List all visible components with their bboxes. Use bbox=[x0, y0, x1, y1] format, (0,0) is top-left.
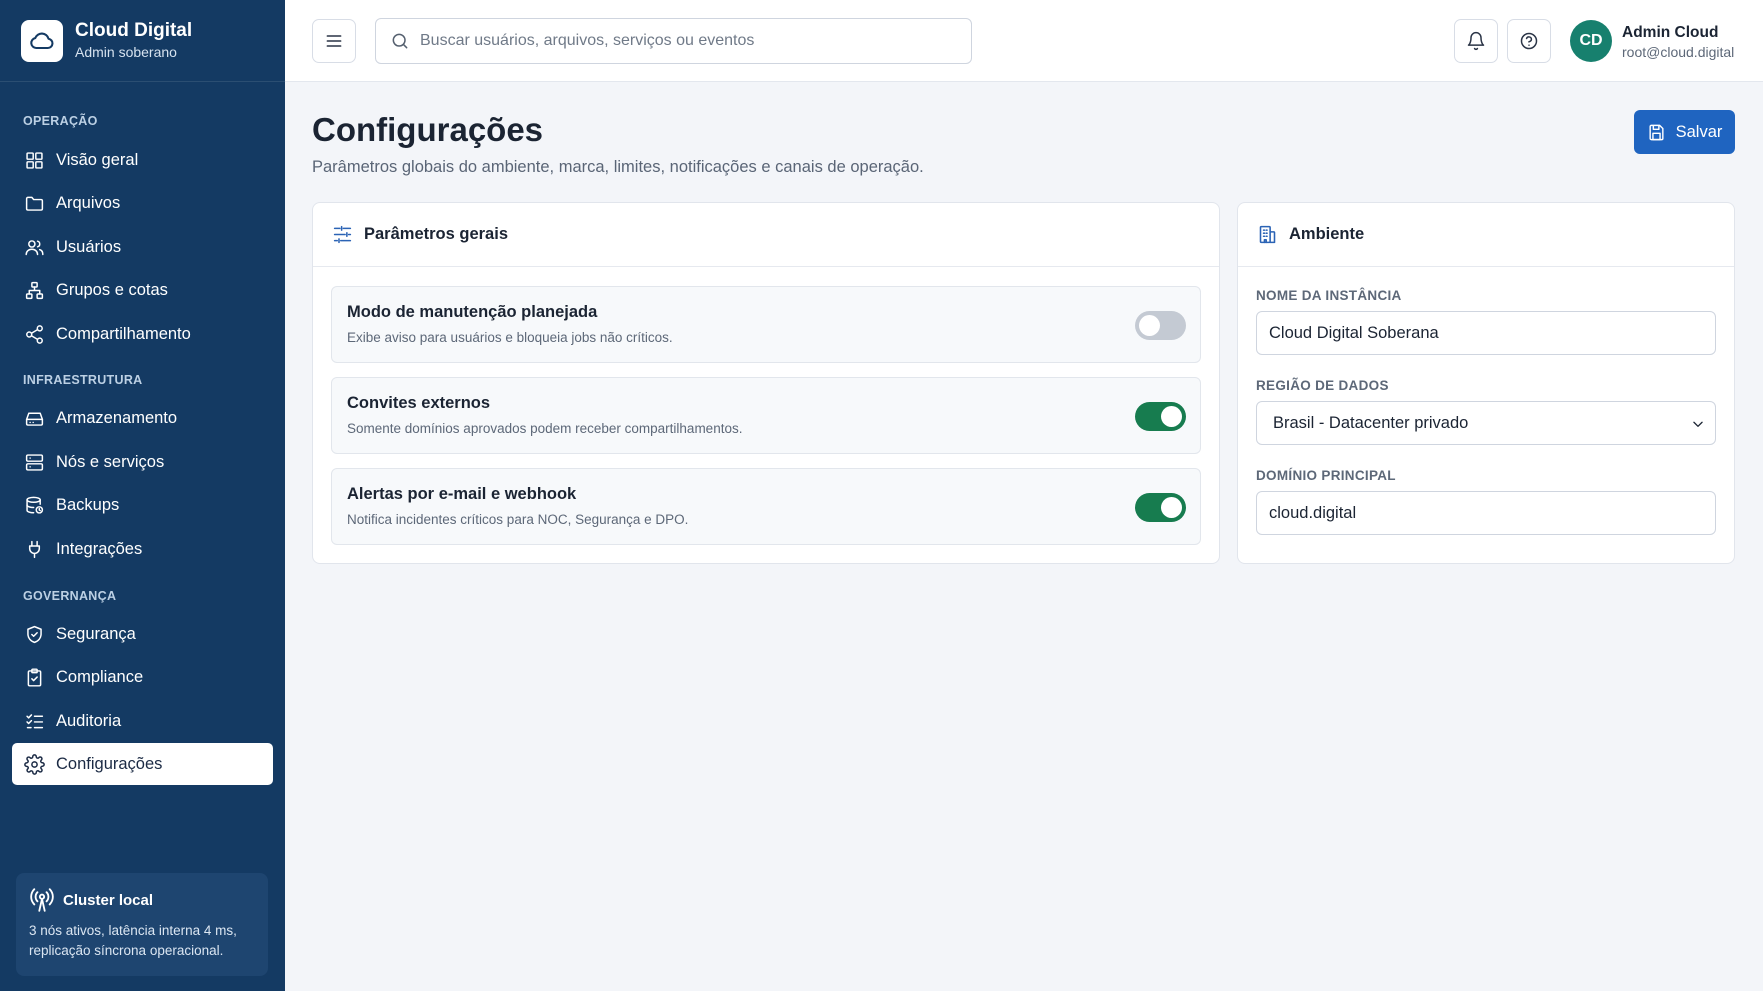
gear-icon bbox=[23, 753, 45, 775]
cluster-title: Cluster local bbox=[63, 891, 154, 909]
server-icon bbox=[23, 451, 45, 473]
topbar: CD Admin Cloud root@cloud.digital bbox=[285, 0, 1763, 82]
setting-row-external-invites: Convites externos Somente domínios aprov… bbox=[331, 377, 1201, 454]
sidebar-item-label: Compartilhamento bbox=[56, 324, 191, 343]
sidebar-item-label: Segurança bbox=[56, 624, 136, 643]
card-title: Ambiente bbox=[1289, 225, 1365, 243]
section-title-governanca: GOVERNANÇA bbox=[23, 589, 117, 603]
setting-title: Alertas por e-mail e webhook bbox=[347, 485, 577, 503]
hamburger-icon bbox=[326, 35, 342, 47]
sidebar-item-label: Armazenamento bbox=[56, 408, 178, 427]
section-title-operacao: OPERAÇÃO bbox=[23, 114, 98, 128]
sidebar-item-label: Configurações bbox=[56, 754, 163, 773]
card-title: Parâmetros gerais bbox=[364, 225, 508, 243]
sidebar-item-label: Nós e serviços bbox=[56, 452, 165, 471]
sidebar-item-label: Compliance bbox=[56, 667, 144, 686]
sidebar-item-label: Arquivos bbox=[56, 193, 121, 212]
menu-button[interactable] bbox=[312, 19, 356, 63]
notifications-button[interactable] bbox=[1454, 19, 1498, 63]
clipboard-check-icon bbox=[23, 666, 45, 688]
shield-icon bbox=[23, 623, 45, 645]
brand-name: Cloud Digital bbox=[75, 20, 193, 41]
sidebar: Cloud Digital Admin soberano OPERAÇÃO Vi… bbox=[0, 0, 285, 991]
maintenance-toggle[interactable] bbox=[1135, 311, 1186, 340]
data-region-select[interactable]: Brasil - Datacenter privado bbox=[1256, 401, 1716, 445]
setting-description: Somente domínios aprovados podem receber… bbox=[347, 421, 743, 436]
setting-title: Modo de manutenção planejada bbox=[347, 303, 598, 321]
sidebar-item-label: Usuários bbox=[56, 237, 122, 256]
sidebar-item-label: Auditoria bbox=[56, 711, 122, 730]
external-invites-toggle[interactable] bbox=[1135, 402, 1186, 431]
sidebar-item-configuracoes[interactable]: Configurações bbox=[12, 743, 273, 785]
section-title-infraestrutura: INFRAESTRUTURA bbox=[23, 373, 143, 387]
setting-description: Notifica incidentes críticos para NOC, S… bbox=[347, 512, 689, 527]
users-icon bbox=[23, 236, 45, 258]
sidebar-item-armazenamento[interactable]: Armazenamento bbox=[12, 397, 273, 439]
sidebar-item-grupos-e-cotas[interactable]: Grupos e cotas bbox=[12, 269, 273, 311]
search-input[interactable] bbox=[420, 32, 950, 50]
search-icon bbox=[392, 33, 408, 49]
page-title: Configurações bbox=[312, 111, 544, 148]
chevron-down-icon bbox=[1691, 417, 1705, 431]
sidebar-item-usuarios[interactable]: Usuários bbox=[12, 226, 273, 268]
avatar[interactable]: CD bbox=[1570, 20, 1612, 62]
setting-description: Exibe aviso para usuários e bloqueia job… bbox=[347, 330, 673, 345]
main-domain-input[interactable] bbox=[1256, 491, 1716, 535]
setting-row-maintenance: Modo de manutenção planejada Exibe aviso… bbox=[331, 286, 1201, 363]
search-box[interactable] bbox=[375, 18, 972, 64]
sidebar-item-seguranca[interactable]: Segurança bbox=[12, 613, 273, 655]
sidebar-item-label: Visão geral bbox=[56, 150, 139, 169]
plug-icon bbox=[23, 538, 45, 560]
building-icon bbox=[1259, 225, 1276, 244]
database-backup-icon bbox=[23, 494, 45, 516]
setting-title: Convites externos bbox=[347, 394, 491, 412]
grid-icon bbox=[23, 149, 45, 171]
main-domain-label: DOMÍNIO PRINCIPAL bbox=[1256, 468, 1396, 483]
user-email: root@cloud.digital bbox=[1622, 44, 1735, 60]
save-button-label: Salvar bbox=[1675, 122, 1723, 141]
environment-card: Ambiente NOME DA INSTÂNCIA REGIÃO DE DAD… bbox=[1237, 202, 1735, 564]
data-region-value: Brasil - Datacenter privado bbox=[1273, 413, 1469, 432]
sidebar-item-compliance[interactable]: Compliance bbox=[12, 656, 273, 698]
radio-tower-icon bbox=[30, 888, 54, 912]
help-circle-icon bbox=[1520, 32, 1538, 50]
brand-subtitle: Admin soberano bbox=[75, 44, 177, 60]
alerts-toggle[interactable] bbox=[1135, 493, 1186, 522]
instance-name-label: NOME DA INSTÂNCIA bbox=[1256, 288, 1402, 303]
bell-icon bbox=[1467, 31, 1485, 51]
sidebar-item-label: Integrações bbox=[56, 539, 143, 558]
folder-icon bbox=[23, 192, 45, 214]
save-button[interactable]: Salvar bbox=[1634, 110, 1735, 154]
sidebar-item-backups[interactable]: Backups bbox=[12, 484, 273, 526]
help-button[interactable] bbox=[1507, 19, 1551, 63]
user-name: Admin Cloud bbox=[1622, 24, 1719, 41]
share-icon bbox=[23, 323, 45, 345]
sidebar-item-label: Grupos e cotas bbox=[56, 280, 168, 299]
cluster-status-card: Cluster local 3 nós ativos, latência int… bbox=[16, 873, 268, 976]
cluster-text: 3 nós ativos, latência interna 4 ms, rep… bbox=[29, 923, 237, 958]
sidebar-item-integracoes[interactable]: Integrações bbox=[12, 528, 273, 570]
sidebar-item-visao-geral[interactable]: Visão geral bbox=[12, 139, 273, 181]
list-checks-icon bbox=[23, 710, 45, 732]
network-icon bbox=[23, 279, 45, 301]
sidebar-item-nos-e-servicos[interactable]: Nós e serviços bbox=[12, 441, 273, 483]
sidebar-item-compartilhamento[interactable]: Compartilhamento bbox=[12, 313, 273, 355]
sidebar-item-arquivos[interactable]: Arquivos bbox=[12, 182, 273, 224]
cloud-logo-icon bbox=[21, 19, 63, 62]
data-region-label: REGIÃO DE DADOS bbox=[1256, 378, 1389, 393]
general-parameters-card: Parâmetros gerais Modo de manutenção pla… bbox=[312, 202, 1220, 564]
sliders-icon bbox=[333, 225, 352, 244]
sidebar-item-auditoria[interactable]: Auditoria bbox=[12, 700, 273, 742]
brand[interactable]: Cloud Digital Admin soberano bbox=[0, 0, 285, 82]
setting-row-alerts: Alertas por e-mail e webhook Notifica in… bbox=[331, 468, 1201, 545]
hard-drive-icon bbox=[23, 407, 45, 429]
page-subtitle: Parâmetros globais do ambiente, marca, l… bbox=[312, 158, 924, 176]
save-icon bbox=[1649, 124, 1664, 140]
sidebar-item-label: Backups bbox=[56, 495, 120, 514]
instance-name-input[interactable] bbox=[1256, 311, 1716, 355]
